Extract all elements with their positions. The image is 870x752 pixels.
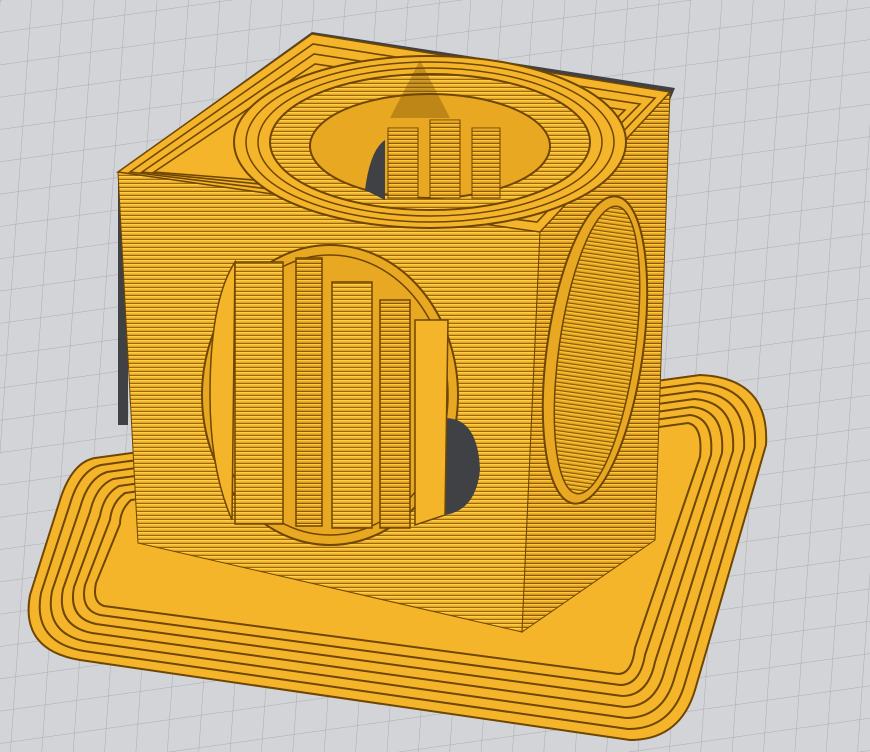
- print-preview-viewport[interactable]: [0, 0, 870, 752]
- 3d-scene: [0, 0, 870, 752]
- top-opening: [233, 55, 627, 229]
